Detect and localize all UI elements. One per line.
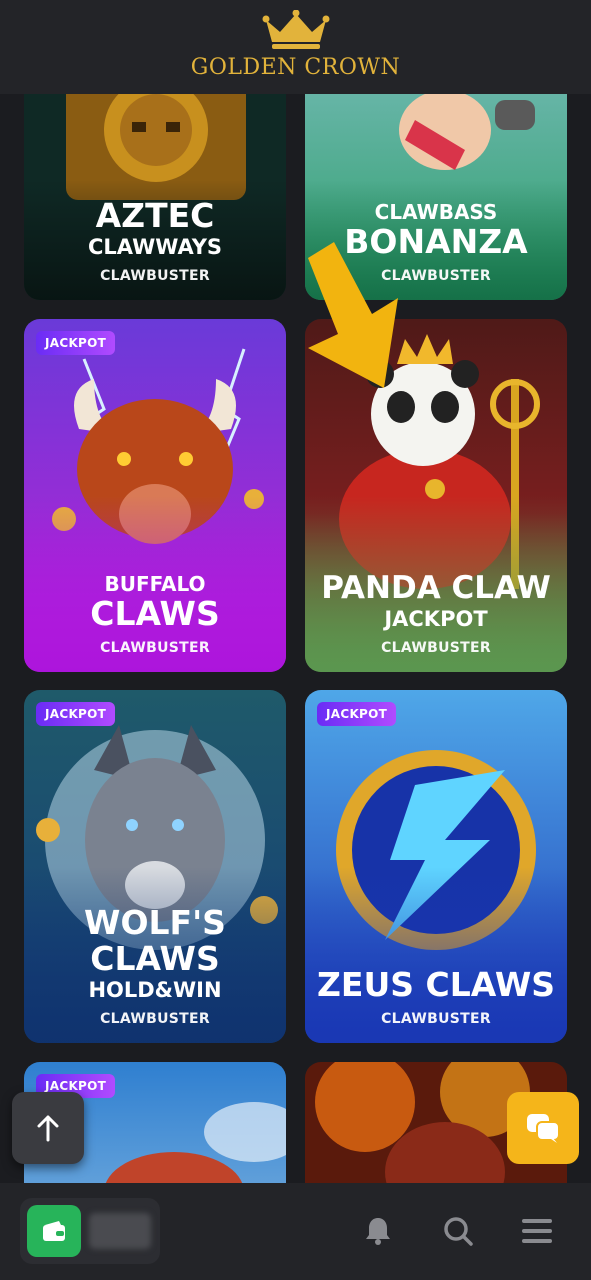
game-title-line1: AZTEC xyxy=(95,196,215,235)
game-title-line2: CLAWS xyxy=(90,939,220,978)
crown-icon xyxy=(262,10,329,49)
game-title: AZTEC CLAWWAYS CLAWBUSTER xyxy=(24,196,286,285)
game-card-buffalo-claws[interactable]: JACKPOT BUFFALO CLAWS CLAWBUSTER xyxy=(24,319,286,672)
game-title-line3: HOLD&WIN xyxy=(88,978,222,1002)
game-title-line1: BUFFALO xyxy=(104,572,206,596)
game-card-zeus-claws[interactable]: JACKPOT ZEUS CLAWS CLAWBUSTER xyxy=(305,690,567,1043)
brand-name: GOLDEN CROWN xyxy=(190,55,401,80)
game-card-wolfs-claws[interactable]: JACKPOT WOLF'S CLAWS HOLD&WIN CLAWBUSTER xyxy=(24,690,286,1043)
pointer-arrow-icon xyxy=(308,242,398,388)
wallet-widget xyxy=(20,1198,160,1264)
search-button[interactable] xyxy=(442,1215,474,1247)
game-title: PANDA CLAW JACKPOT CLAWBUSTER xyxy=(305,570,567,656)
game-title: BUFFALO CLAWS CLAWBUSTER xyxy=(24,572,286,656)
games-grid: AZTEC CLAWWAYS CLAWBUSTER CLAWBASS BONAN… xyxy=(0,0,591,1280)
scroll-top-button[interactable] xyxy=(12,1092,84,1164)
game-title-line2: CLAWWAYS xyxy=(87,235,223,259)
menu-icon xyxy=(522,1219,552,1243)
game-title-line1: PANDA CLAW xyxy=(321,570,551,606)
app-header: GOLDEN CROWN xyxy=(0,0,591,94)
menu-button[interactable] xyxy=(521,1215,553,1247)
game-provider: CLAWBUSTER xyxy=(381,640,491,656)
wallet-button[interactable] xyxy=(27,1205,81,1257)
wallet-icon xyxy=(43,1221,65,1241)
game-provider: CLAWBUSTER xyxy=(381,1011,491,1027)
arrow-up-icon xyxy=(37,1115,59,1142)
jackpot-badge: JACKPOT xyxy=(317,702,397,726)
game-title-line1: WOLF'S xyxy=(84,903,226,942)
bell-icon xyxy=(366,1218,390,1245)
bottom-nav xyxy=(0,1183,591,1280)
game-provider: CLAWBUSTER xyxy=(100,640,210,656)
game-title: ZEUS CLAWS CLAWBUSTER xyxy=(305,965,567,1028)
search-icon xyxy=(444,1217,473,1246)
game-provider: CLAWBUSTER xyxy=(100,1011,210,1027)
game-title-line2: JACKPOT xyxy=(384,607,488,631)
chat-bubbles-icon xyxy=(527,1114,560,1143)
game-title-line1: ZEUS CLAWS xyxy=(317,965,555,1004)
game-title-line2: CLAWS xyxy=(90,594,220,633)
notifications-button[interactable] xyxy=(362,1215,394,1247)
jackpot-badge: JACKPOT xyxy=(36,702,116,726)
game-title: WOLF'S CLAWS HOLD&WIN CLAWBUSTER xyxy=(24,903,286,1028)
game-card-aztec-clawways[interactable]: AZTEC CLAWWAYS CLAWBUSTER xyxy=(24,60,286,300)
brand-logo[interactable]: GOLDEN CROWN xyxy=(0,10,591,80)
game-provider: CLAWBUSTER xyxy=(100,268,210,284)
balance-hidden xyxy=(89,1213,151,1249)
jackpot-badge: JACKPOT xyxy=(36,331,116,355)
game-title-line1: CLAWBASS xyxy=(374,200,498,224)
chat-button[interactable] xyxy=(507,1092,579,1164)
